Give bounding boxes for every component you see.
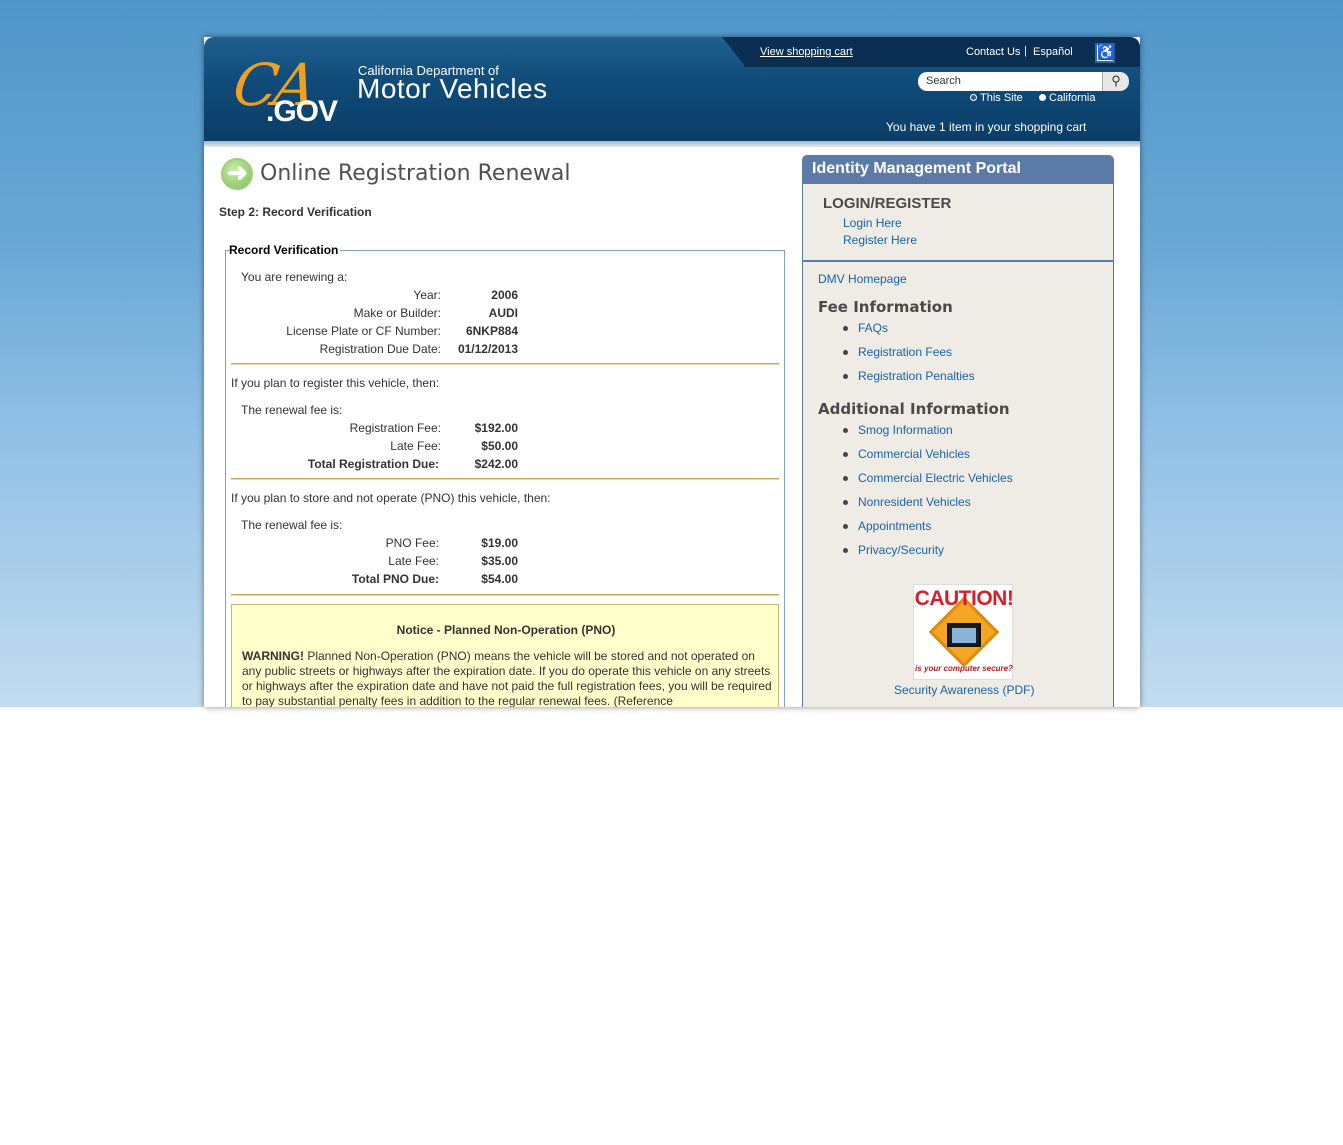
cart-status-message: You have 1 item in your shopping cart [886, 120, 1087, 134]
registration-fee-label: Registration Fee: [349, 421, 441, 435]
radio-this-site-label: This Site [980, 92, 1023, 104]
caution-subtitle: is your computer secure? [915, 664, 1013, 673]
vehicle-year-label: Year: [413, 288, 441, 302]
view-shopping-cart-link[interactable]: View shopping cart [760, 46, 853, 58]
bullet-icon [843, 428, 848, 433]
nonresident-vehicles-link[interactable]: Nonresident Vehicles [858, 495, 971, 509]
radio-selected-icon [970, 94, 977, 101]
renewing-intro: You are renewing a: [241, 270, 348, 284]
bullet-icon [843, 350, 848, 355]
notice-text: Planned Non-Operation (PNO) means the ve… [242, 649, 772, 707]
radio-california-label: California [1049, 92, 1096, 104]
search-input[interactable]: Search [918, 72, 1102, 91]
contact-us-link[interactable]: Contact Us [966, 46, 1020, 58]
page-container: CA .GOV California Department of Motor V… [204, 37, 1140, 707]
late-fee-value: $50.00 [481, 439, 518, 453]
pno-fee-intro: The renewal fee is: [241, 518, 343, 532]
bullet-icon [843, 476, 848, 481]
registration-fees-link[interactable]: Registration Fees [858, 345, 952, 359]
late-fee-label: Late Fee: [390, 439, 441, 453]
commercial-electric-vehicles-link[interactable]: Commercial Electric Vehicles [858, 471, 1013, 485]
login-here-link[interactable]: Login Here [843, 216, 902, 230]
due-date-value: 01/12/2013 [457, 342, 518, 356]
bullet-icon [843, 326, 848, 331]
license-plate-label: License Plate or CF Number: [286, 324, 441, 338]
smog-information-link[interactable]: Smog Information [858, 423, 953, 437]
sidebar-nav-panel: DMV Homepage Fee Information FAQs Regist… [802, 262, 1114, 707]
login-panel: LOGIN/REGISTER Login Here Register Here [802, 184, 1114, 262]
ca-gov-logo-suffix[interactable]: .GOV [266, 95, 338, 129]
topbar-notch [722, 37, 746, 67]
bullet-icon [843, 452, 848, 457]
faqs-link[interactable]: FAQs [858, 321, 888, 335]
pno-late-fee-label: Late Fee: [388, 554, 439, 568]
link-separator: | [1024, 45, 1027, 57]
bullet-icon [843, 500, 848, 505]
accessibility-icon[interactable]: ♿ [1095, 43, 1116, 63]
total-pno-label: Total PNO Due: [351, 572, 439, 586]
section-divider [231, 363, 779, 365]
laptop-icon [947, 623, 981, 647]
pno-notice-box: Notice - Planned Non-Operation (PNO) WAR… [231, 604, 779, 707]
license-plate-value: 6NKP884 [465, 324, 518, 338]
laptop-screen [952, 628, 976, 643]
notice-title: Notice - Planned Non-Operation (PNO) [396, 623, 616, 637]
total-pno-value: $54.00 [481, 572, 518, 586]
identity-portal-header: Identity Management Portal [802, 155, 1114, 184]
total-registration-value: $242.00 [474, 457, 518, 471]
vehicle-make-label: Make or Builder: [353, 306, 441, 320]
notice-body: WARNING! Planned Non-Operation (PNO) mea… [242, 649, 772, 707]
radio-this-site[interactable]: This Site [970, 92, 1023, 104]
total-registration-label: Total Registration Due: [307, 457, 439, 471]
commercial-vehicles-link[interactable]: Commercial Vehicles [858, 447, 970, 461]
pno-late-fee-value: $35.00 [481, 554, 518, 568]
arrow-right-icon: ➜ [221, 158, 253, 190]
fieldset-legend: Record Verification [229, 243, 341, 257]
bullet-icon [843, 548, 848, 553]
bullet-icon [843, 374, 848, 379]
portal-title: Identity Management Portal [812, 160, 1021, 177]
bullet-icon [843, 524, 848, 529]
pno-fee-label: PNO Fee: [385, 536, 439, 550]
register-here-link[interactable]: Register Here [843, 233, 917, 247]
privacy-security-link[interactable]: Privacy/Security [858, 543, 944, 557]
radio-california[interactable]: California [1039, 92, 1095, 104]
vehicle-year-value: 2006 [491, 288, 518, 302]
site-header: CA .GOV California Department of Motor V… [204, 37, 1140, 145]
dept-name-line2[interactable]: Motor Vehicles [357, 73, 548, 105]
appointments-link[interactable]: Appointments [858, 519, 931, 533]
dmv-homepage-link[interactable]: DMV Homepage [818, 272, 907, 286]
additional-information-heading: Additional Information [818, 400, 1010, 418]
caution-text: CAUTION! [914, 587, 1014, 610]
search-button[interactable]: ⚲ [1102, 72, 1129, 91]
security-awareness-link[interactable]: Security Awareness (PDF) [894, 683, 1035, 697]
header-divider [204, 141, 1140, 147]
register-intro: If you plan to register this vehicle, th… [231, 376, 440, 390]
radio-unselected-icon [1039, 94, 1046, 101]
due-date-label: Registration Due Date: [319, 342, 441, 356]
security-caution-image[interactable]: CAUTION! is your computer secure? [913, 584, 1014, 680]
fee-information-heading: Fee Information [818, 298, 953, 316]
section-divider [231, 478, 779, 480]
registration-fee-value: $192.00 [474, 421, 518, 435]
espanol-link[interactable]: Español [1033, 46, 1073, 58]
vehicle-make-value: AUDI [488, 306, 518, 320]
pno-fee-value: $19.00 [481, 536, 518, 550]
search-icon: ⚲ [1111, 73, 1121, 88]
section-divider [231, 594, 779, 596]
page-title: Online Registration Renewal [260, 161, 571, 186]
step-indicator: Step 2: Record Verification [219, 205, 372, 219]
pno-intro: If you plan to store and not operate (PN… [231, 491, 551, 505]
renewal-fee-intro: The renewal fee is: [241, 403, 343, 417]
notice-warning-label: WARNING! [242, 649, 304, 663]
registration-penalties-link[interactable]: Registration Penalties [858, 369, 975, 383]
login-register-heading: LOGIN/REGISTER [823, 195, 952, 212]
